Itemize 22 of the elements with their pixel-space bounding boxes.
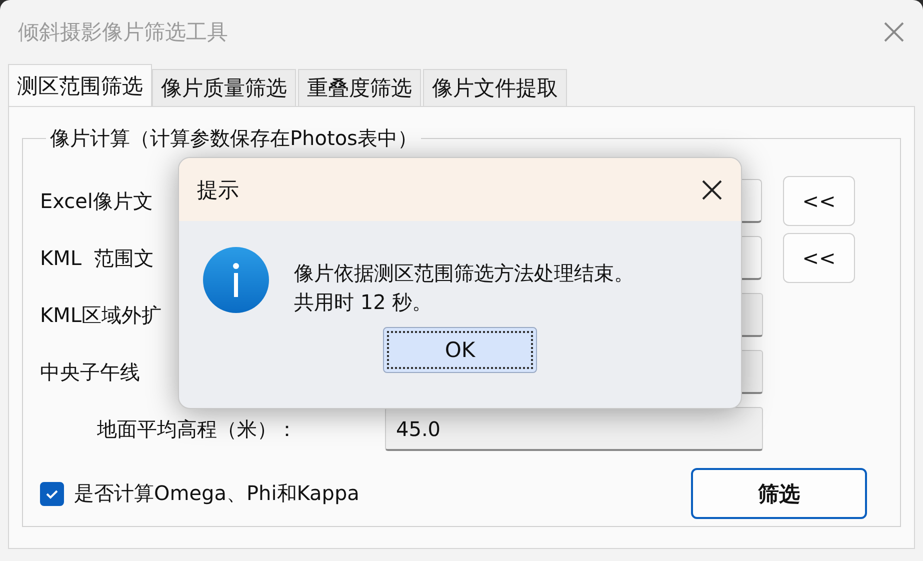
field-label: Excel像片文: [40, 188, 153, 214]
checkbox[interactable]: [40, 482, 64, 506]
info-icon: [203, 247, 269, 313]
field-label: KML区域外扩: [40, 302, 162, 328]
group-title: 像片计算（计算参数保存在Photos表中）: [49, 125, 418, 152]
field-label: KML 范围文: [40, 244, 154, 272]
close-icon[interactable]: [701, 178, 723, 200]
field-label: 中央子午线: [40, 358, 140, 386]
tab[interactable]: 测区范围筛选: [8, 64, 152, 106]
checkbox-label: 是否计算Omega、Phi和Kappa: [74, 480, 360, 507]
field-label: 地面平均高程（米）：: [97, 416, 297, 442]
window-title: 倾斜摄影像片筛选工具: [18, 19, 228, 46]
dialog-message: 像片依据测区范围筛选方法处理结束。 共用时 12 秒。: [294, 260, 634, 316]
dialog-title: 提示: [197, 176, 239, 204]
tab[interactable]: 重叠度筛选: [298, 69, 421, 106]
filter-button[interactable]: 筛选: [691, 468, 867, 519]
input-field[interactable]: 45.0: [385, 407, 763, 451]
ok-button[interactable]: OK: [383, 327, 537, 373]
back-button[interactable]: <<: [783, 233, 855, 283]
back-button[interactable]: <<: [783, 176, 855, 226]
tab[interactable]: 像片文件提取: [423, 69, 567, 106]
tab[interactable]: 像片质量筛选: [152, 69, 296, 106]
